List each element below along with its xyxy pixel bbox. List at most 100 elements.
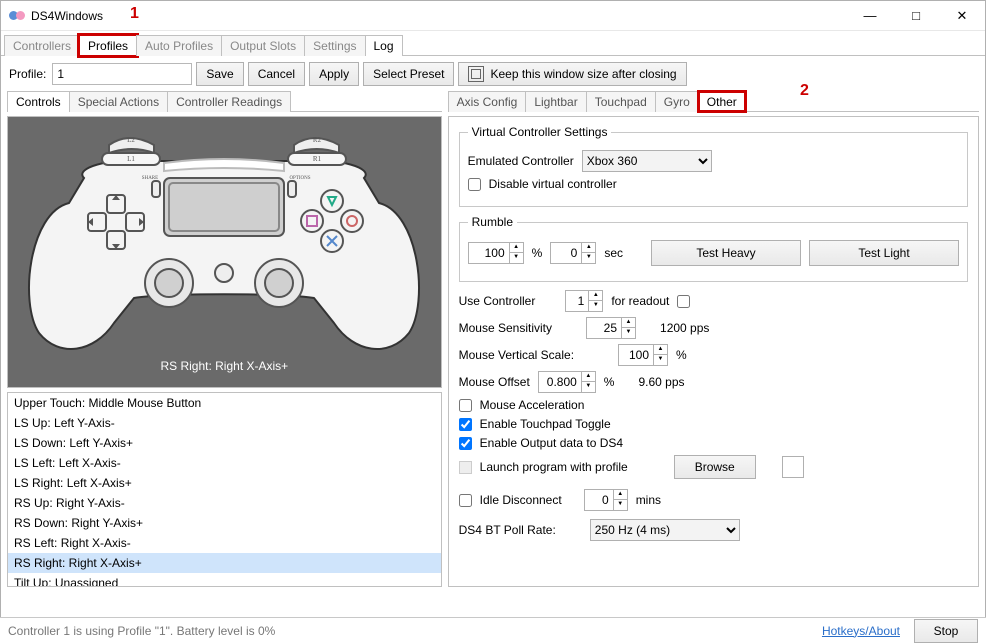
mouse-sensitivity-pps: 1200 pps [660,321,709,335]
rumble-percent-suffix: % [532,246,543,260]
keep-size-label: Keep this window size after closing [490,67,676,81]
save-button[interactable]: Save [196,62,243,86]
settings-panel: Virtual Controller Settings Emulated Con… [448,116,979,587]
maximize-button[interactable]: □ [893,1,939,31]
tab-axis-config[interactable]: Axis Config [448,91,527,112]
test-heavy-button[interactable]: Test Heavy [651,240,801,266]
mouse-sensitivity-label: Mouse Sensitivity [459,321,552,335]
touchpad-toggle-label: Enable Touchpad Toggle [480,417,611,431]
tab-auto-profiles[interactable]: Auto Profiles [136,35,222,56]
tab-other[interactable]: Other [698,91,746,112]
use-controller-label: Use Controller [459,294,536,308]
for-readout-label: for readout [611,294,669,308]
idle-disconnect-label: Idle Disconnect [480,493,562,507]
stop-button[interactable]: Stop [914,619,978,643]
mouse-offset-suffix: % [604,375,615,389]
mouse-vscale-suffix: % [676,348,687,362]
list-item[interactable]: LS Up: Left Y-Axis- [8,413,441,433]
list-item[interactable]: LS Down: Left Y-Axis+ [8,433,441,453]
mouse-vscale-label: Mouse Vertical Scale: [459,348,574,362]
use-controller-spinner[interactable]: ▲▼ [565,290,603,312]
left-tabstrip: Controls Special Actions Controller Read… [7,90,442,112]
profile-name-input[interactable] [52,63,192,85]
main-tabstrip: Controllers Profiles Auto Profiles Outpu… [1,31,985,56]
apply-button[interactable]: Apply [309,62,359,86]
disable-virtual-controller-checkbox[interactable] [468,178,481,191]
test-light-button[interactable]: Test Light [809,240,959,266]
launch-program-label: Launch program with profile [480,460,628,474]
hotkeys-about-link[interactable]: Hotkeys/About [822,624,900,638]
mouse-offset-label: Mouse Offset [459,375,530,389]
tab-controller-readings[interactable]: Controller Readings [167,91,291,112]
idle-disconnect-spinner[interactable]: ▲▼ [584,489,628,511]
svg-text:SHARE: SHARE [142,176,158,181]
mouse-sensitivity-spinner[interactable]: ▲▼ [586,317,636,339]
list-item[interactable]: LS Right: Left X-Axis+ [8,473,441,493]
svg-text:R2: R2 [313,136,322,144]
tab-log[interactable]: Log [365,35,403,56]
idle-disconnect-checkbox[interactable] [459,494,472,507]
for-readout-checkbox[interactable] [677,295,690,308]
poll-rate-select[interactable]: 250 Hz (4 ms) [590,519,740,541]
annotation-2: 2 [800,82,809,100]
tab-gyro[interactable]: Gyro [655,91,699,112]
list-item[interactable]: Upper Touch: Middle Mouse Button [8,393,441,413]
rumble-legend: Rumble [468,215,517,229]
list-item[interactable]: RS Up: Right Y-Axis- [8,493,441,513]
vcs-legend: Virtual Controller Settings [468,125,612,139]
tab-special-actions[interactable]: Special Actions [69,91,168,112]
virtual-controller-fieldset: Virtual Controller Settings Emulated Con… [459,125,968,207]
keep-window-size-toggle[interactable]: Keep this window size after closing [458,62,686,86]
list-item[interactable]: Tilt Up: Unassigned [8,573,441,587]
mouse-vscale-spinner[interactable]: ▲▼ [618,344,668,366]
profile-label: Profile: [9,67,46,81]
emulated-controller-select[interactable]: Xbox 360 [582,150,712,172]
right-tabstrip: Axis Config Lightbar Touchpad Gyro Other [448,90,979,112]
browse-button[interactable]: Browse [674,455,756,479]
tab-profiles[interactable]: Profiles [79,35,137,56]
bindings-listbox[interactable]: Upper Touch: Middle Mouse Button LS Up: … [7,392,442,587]
svg-text:L2: L2 [127,136,135,144]
rumble-fieldset: Rumble ▲▼ % ▲▼ sec Test Heavy Test Light [459,215,968,282]
controller-svg: L2 R2 L1 R1 SHARE OPTIONS [14,123,434,358]
list-item[interactable]: LS Left: Left X-Axis- [8,453,441,473]
disable-virtual-controller-label: Disable virtual controller [489,177,617,191]
tab-settings[interactable]: Settings [304,35,365,56]
mouse-offset-spinner[interactable]: ▲▼ [538,371,596,393]
idle-disconnect-suffix: mins [636,493,661,507]
svg-text:OPTIONS: OPTIONS [290,176,311,181]
controller-caption: RS Right: Right X-Axis+ [160,359,288,373]
tab-lightbar[interactable]: Lightbar [525,91,586,112]
mouse-accel-checkbox[interactable] [459,399,472,412]
list-item[interactable]: RS Left: Right X-Axis- [8,533,441,553]
rumble-percent-spinner[interactable]: ▲▼ [468,242,524,264]
launch-program-checkbox[interactable] [459,461,472,474]
status-text: Controller 1 is using Profile "1". Batte… [8,624,275,638]
svg-text:L1: L1 [127,155,135,163]
tab-controllers[interactable]: Controllers [4,35,80,56]
launch-program-icon-box [782,456,804,478]
list-item[interactable]: RS Right: Right X-Axis+ [8,553,441,573]
window-title: DS4Windows [31,9,103,23]
output-ds4-checkbox[interactable] [459,437,472,450]
mouse-accel-label: Mouse Acceleration [480,398,585,412]
minimize-button[interactable]: ― [847,1,893,31]
tab-output-slots[interactable]: Output Slots [221,35,305,56]
close-button[interactable]: ✕ [939,1,985,31]
rumble-sec-suffix: sec [604,246,623,260]
maximize-icon [468,66,484,82]
select-preset-button[interactable]: Select Preset [363,62,454,86]
tab-controls[interactable]: Controls [7,91,70,112]
svg-text:R1: R1 [313,155,322,163]
emulated-controller-label: Emulated Controller [468,154,574,168]
rumble-sec-spinner[interactable]: ▲▼ [550,242,596,264]
controller-diagram[interactable]: L2 R2 L1 R1 SHARE OPTIONS RS Right: Righ… [7,116,442,388]
output-ds4-label: Enable Output data to DS4 [480,436,623,450]
list-item[interactable]: RS Down: Right Y-Axis+ [8,513,441,533]
poll-rate-label: DS4 BT Poll Rate: [459,523,556,537]
app-logo [9,8,25,24]
cancel-button[interactable]: Cancel [248,62,305,86]
touchpad-toggle-checkbox[interactable] [459,418,472,431]
mouse-offset-extra: 9.60 pps [638,375,684,389]
tab-touchpad[interactable]: Touchpad [586,91,656,112]
